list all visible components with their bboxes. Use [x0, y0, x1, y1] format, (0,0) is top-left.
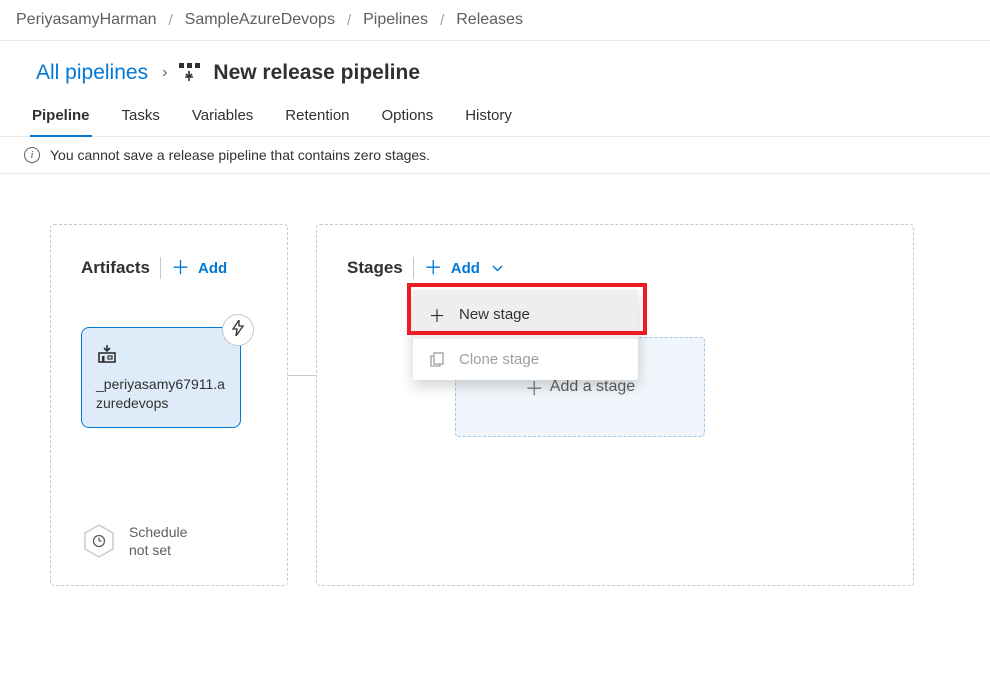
add-artifact-label: Add [198, 260, 227, 277]
all-pipelines-link[interactable]: All pipelines [36, 61, 148, 85]
schedule-row[interactable]: Schedule not set [81, 523, 187, 559]
copy-icon [429, 352, 445, 367]
stages-panel: Stages ＋ Add ＋ Add a stage ＋ New stage [316, 224, 914, 586]
dropdown-clone-stage: Clone stage [413, 339, 638, 380]
info-message: You cannot save a release pipeline that … [50, 147, 430, 163]
schedule-text: Schedule not set [129, 523, 187, 559]
lightning-icon [231, 320, 245, 341]
artifact-name: _periyasamy67911.azuredevops [96, 375, 226, 413]
breadcrumb-separator: / [341, 12, 357, 29]
breadcrumb-separator: / [434, 12, 450, 29]
tab-variables[interactable]: Variables [190, 97, 255, 136]
add-a-stage-label: Add a stage [550, 378, 635, 396]
breadcrumb-item[interactable]: PeriyasamyHarman [16, 11, 156, 29]
breadcrumb-separator: / [162, 12, 178, 29]
chevron-down-icon [492, 261, 503, 275]
plus-icon: ＋ [424, 259, 443, 278]
artifacts-panel: Artifacts ＋ Add [50, 224, 288, 586]
breadcrumb-item[interactable]: Releases [456, 11, 523, 29]
dropdown-new-stage-label: New stage [459, 306, 530, 323]
trigger-badge[interactable] [222, 314, 254, 346]
dropdown-clone-stage-label: Clone stage [459, 351, 539, 368]
add-artifact-button[interactable]: ＋ Add [171, 259, 227, 278]
pipeline-canvas: Artifacts ＋ Add [0, 174, 990, 616]
dropdown-new-stage[interactable]: ＋ New stage [413, 290, 638, 339]
info-bar: i You cannot save a release pipeline tha… [0, 137, 990, 174]
stages-title: Stages [347, 258, 403, 278]
add-stage-dropdown: ＋ New stage Clone stage [413, 290, 638, 380]
breadcrumb-item[interactable]: Pipelines [363, 11, 428, 29]
page-title-row: All pipelines › New release pipeline [0, 41, 990, 97]
build-icon [96, 344, 226, 367]
artifacts-title: Artifacts [81, 258, 150, 278]
plus-icon: ＋ [171, 259, 190, 278]
schedule-hex [81, 523, 117, 559]
tab-retention[interactable]: Retention [283, 97, 351, 136]
chevron-right-icon: › [162, 64, 167, 82]
breadcrumb-item[interactable]: SampleAzureDevops [185, 11, 335, 29]
clock-icon [92, 534, 106, 548]
page-title: New release pipeline [213, 61, 420, 85]
tab-tasks[interactable]: Tasks [120, 97, 162, 136]
artifact-card[interactable]: _periyasamy67911.azuredevops [81, 327, 241, 428]
divider [413, 257, 414, 279]
tab-options[interactable]: Options [380, 97, 436, 136]
tab-history[interactable]: History [463, 97, 514, 136]
add-stage-button[interactable]: ＋ Add [424, 259, 503, 278]
info-icon: i [24, 147, 40, 163]
divider [160, 257, 161, 279]
connector-line [288, 375, 316, 376]
plus-icon: ＋ [429, 302, 445, 327]
breadcrumb: PeriyasamyHarman / SampleAzureDevops / P… [0, 0, 990, 41]
release-pipeline-icon [179, 63, 201, 83]
add-stage-label: Add [451, 260, 480, 277]
tabs: Pipeline Tasks Variables Retention Optio… [0, 97, 990, 137]
tab-pipeline[interactable]: Pipeline [30, 97, 92, 136]
